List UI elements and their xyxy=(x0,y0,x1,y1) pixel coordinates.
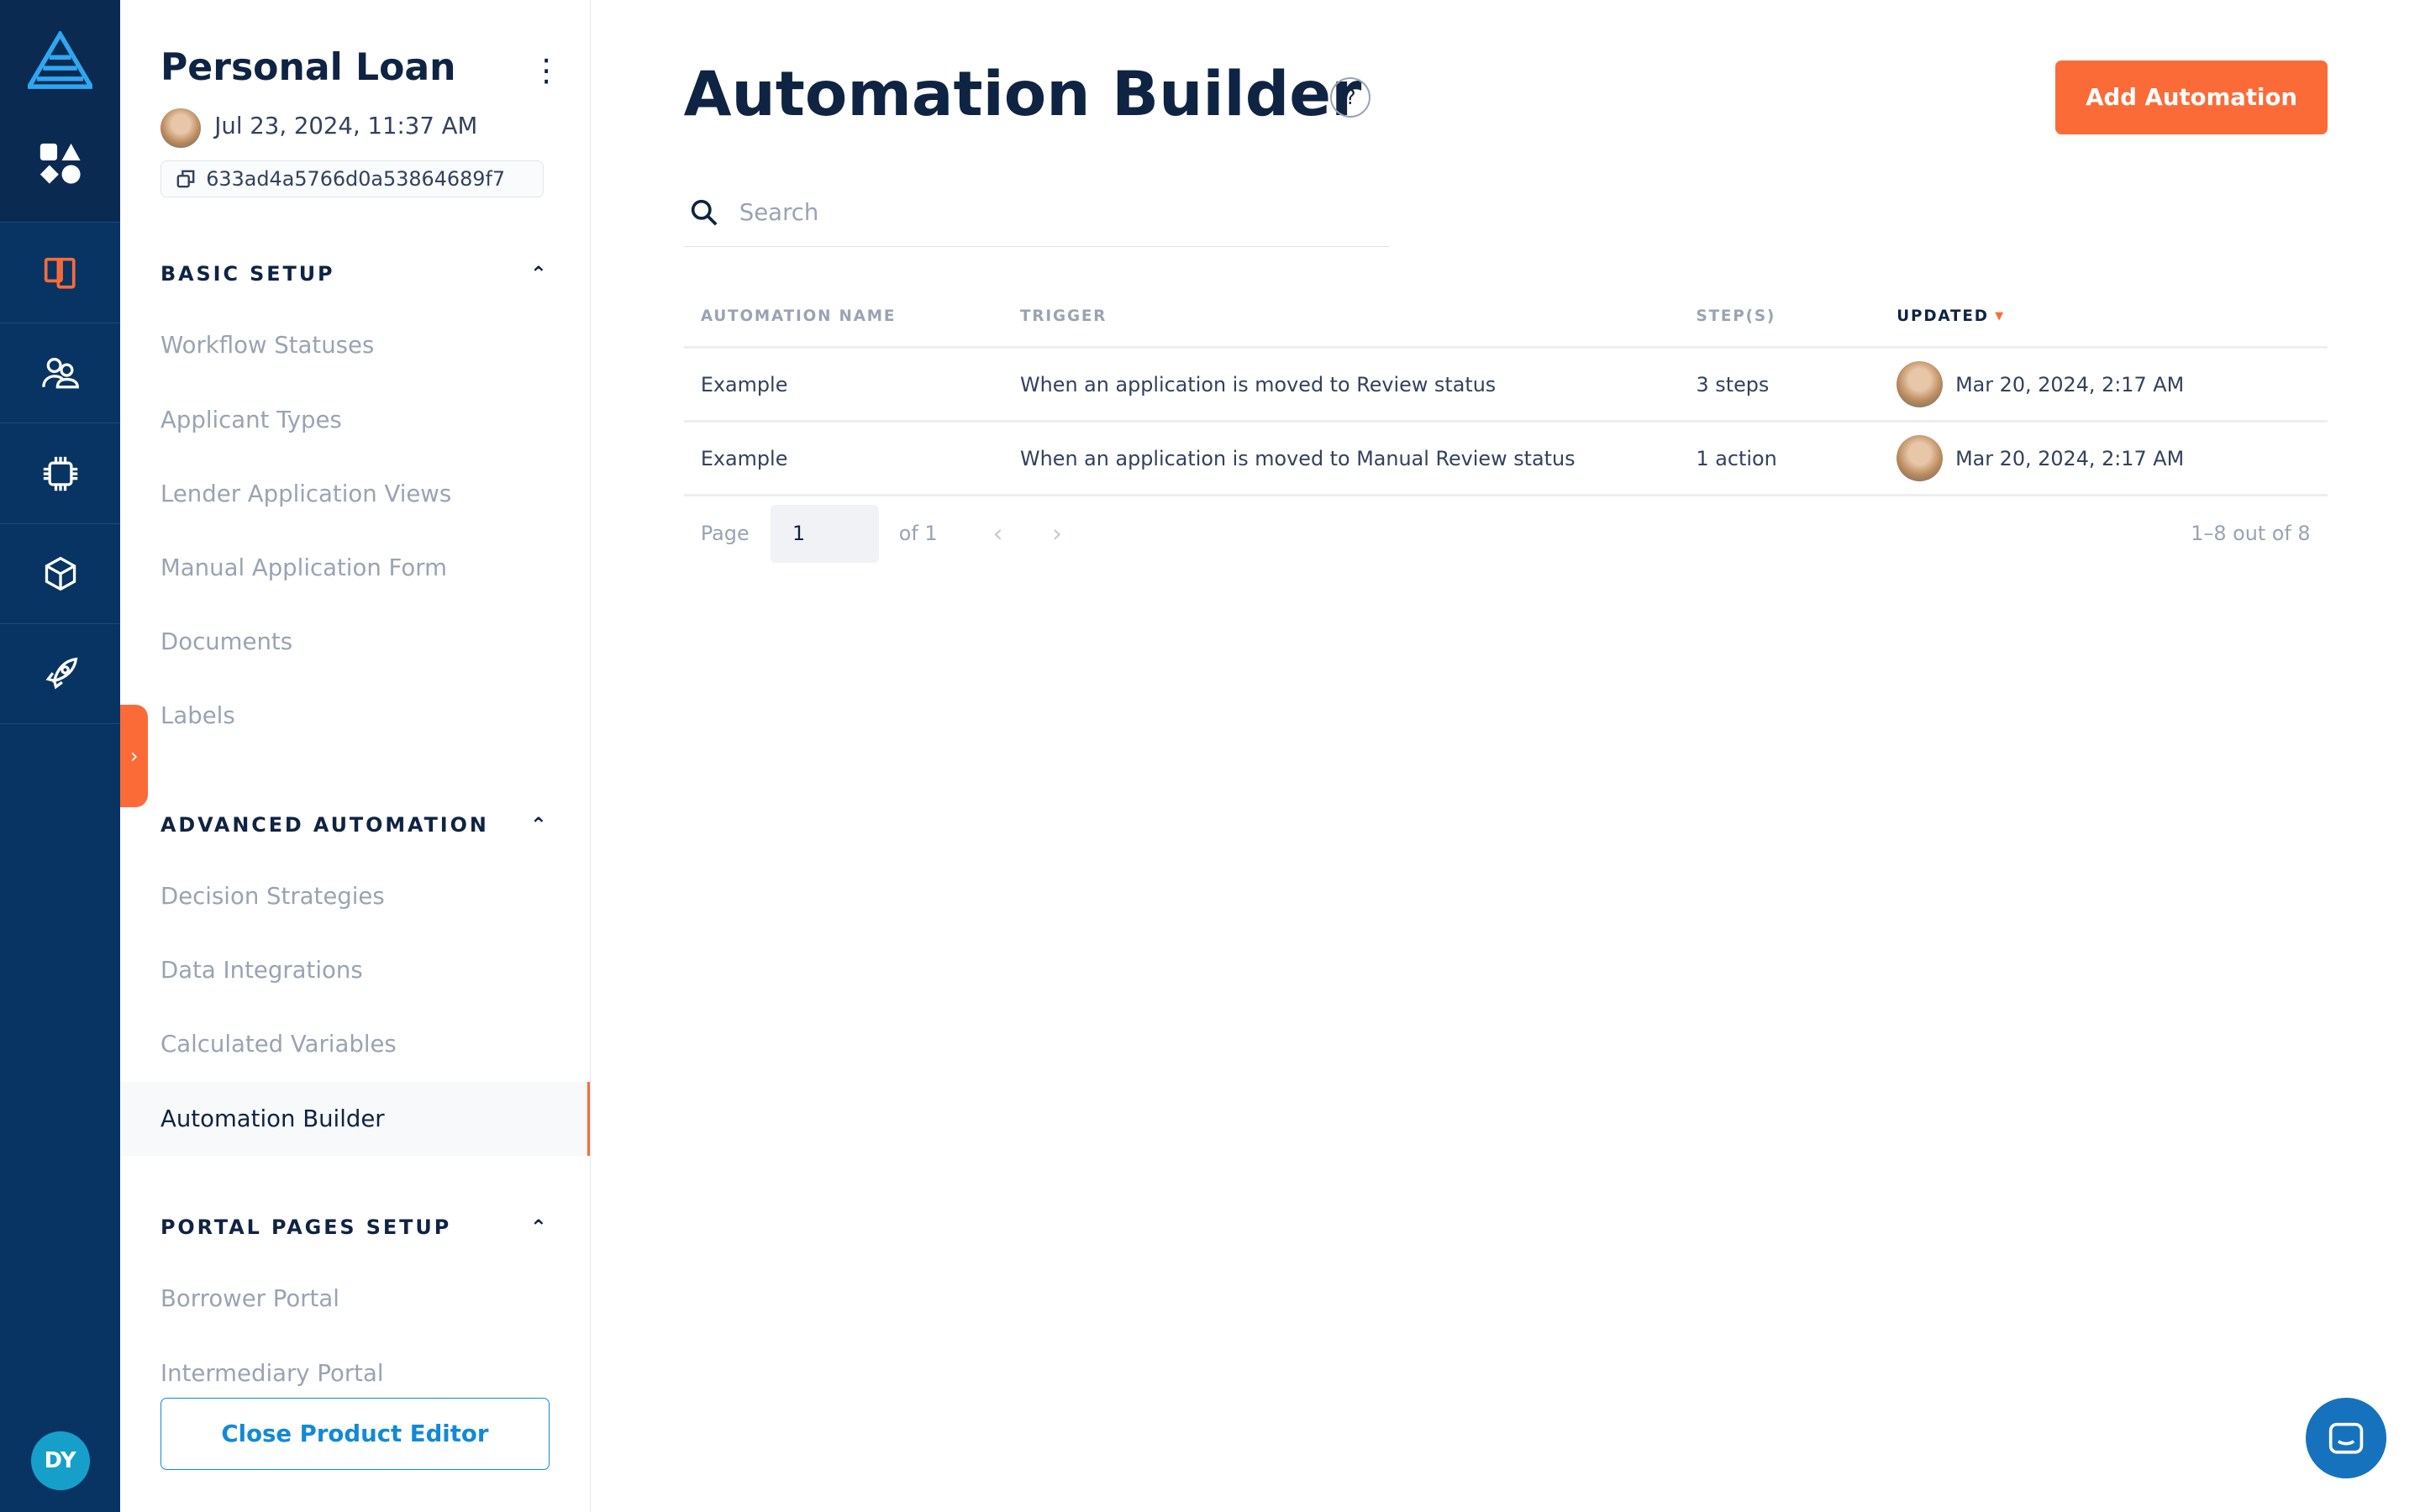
search-bar xyxy=(683,179,1390,247)
automations-table: AUTOMATION NAME TRIGGER STEP(S) UPDATED ▼… xyxy=(683,287,2328,497)
steps: 1 action xyxy=(1696,446,1777,470)
chip-icon xyxy=(43,456,77,491)
nav-lender-application-views[interactable]: Lender Application Views xyxy=(120,457,589,531)
users-icon xyxy=(41,358,79,389)
book-icon xyxy=(45,257,76,289)
avatar xyxy=(160,108,201,149)
col-automation-name[interactable]: AUTOMATION NAME xyxy=(684,307,1020,325)
rail-products[interactable] xyxy=(0,223,121,323)
chevron-up-icon: ⌃ xyxy=(529,1215,550,1240)
page-title: Automation Builder xyxy=(683,58,1362,130)
cube-icon xyxy=(45,556,76,591)
page-input[interactable]: 1 xyxy=(771,504,879,564)
automation-name: Example xyxy=(700,446,788,470)
help-icon[interactable]: ? xyxy=(1330,76,1371,118)
updated: Mar 20, 2024, 2:17 AM xyxy=(1955,372,2185,396)
sort-desc-icon: ▼ xyxy=(1995,310,2005,323)
user-avatar[interactable]: DY xyxy=(30,1431,90,1491)
trigger: When an application is moved to Review s… xyxy=(1020,372,1497,396)
section-advanced-automation[interactable]: ADVANCED AUTOMATION ⌃ xyxy=(160,813,550,837)
automation-name: Example xyxy=(700,372,788,396)
copy-icon xyxy=(177,170,195,188)
chat-button[interactable] xyxy=(2306,1398,2386,1478)
rail-integrations[interactable] xyxy=(0,424,121,524)
table-row[interactable]: Example When an application is moved to … xyxy=(683,423,2328,497)
col-updated-label: UPDATED xyxy=(1897,307,1989,326)
more-options-icon[interactable]: ⋮ xyxy=(531,52,562,88)
nav-applicant-types[interactable]: Applicant Types xyxy=(120,383,589,457)
col-steps[interactable]: STEP(S) xyxy=(1697,307,1897,325)
col-trigger[interactable]: TRIGGER xyxy=(1020,307,1696,325)
result-range: 1–8 out of 8 xyxy=(2191,522,2311,546)
section-basic-setup[interactable]: BASIC SETUP ⌃ xyxy=(160,262,550,286)
search-icon xyxy=(691,200,718,226)
chat-icon xyxy=(2328,1422,2363,1454)
section-title: PORTAL PAGES SETUP xyxy=(160,1215,452,1240)
nav-automation-builder[interactable]: Automation Builder xyxy=(120,1081,590,1156)
apps-icon[interactable] xyxy=(39,142,82,185)
nav-labels[interactable]: Labels xyxy=(120,679,589,753)
page-total: of 1 xyxy=(898,522,938,546)
add-automation-button[interactable]: Add Automation xyxy=(2055,60,2328,134)
steps: 3 steps xyxy=(1696,372,1770,396)
chevron-up-icon: ⌃ xyxy=(529,812,550,837)
rail-launch[interactable] xyxy=(0,625,121,725)
product-date: Jul 23, 2024, 11:37 AM xyxy=(214,113,478,140)
product-sidebar: Personal Loan ⋮ Jul 23, 2024, 11:37 AM 6… xyxy=(120,0,591,1512)
product-title: Personal Loan xyxy=(160,46,456,90)
page-label: Page xyxy=(700,522,750,546)
col-updated[interactable]: UPDATED ▼ xyxy=(1897,307,2327,325)
avatar xyxy=(1897,435,1944,482)
logo-icon xyxy=(28,30,93,89)
avatar xyxy=(1897,361,1944,408)
rail-packages[interactable] xyxy=(0,524,121,625)
chevron-up-icon: ⌃ xyxy=(529,262,550,286)
nav-borrower-portal[interactable]: Borrower Portal xyxy=(120,1262,589,1336)
chevron-right-icon[interactable]: › xyxy=(1052,519,1062,548)
rail-users[interactable] xyxy=(0,324,121,424)
chevron-left-icon[interactable]: ‹ xyxy=(993,519,1003,548)
close-product-editor-button[interactable]: Close Product Editor xyxy=(160,1398,550,1471)
nav-decision-strategies[interactable]: Decision Strategies xyxy=(120,859,589,933)
product-id-copy[interactable]: 633ad4a5766d0a53864689f7 xyxy=(160,160,544,198)
nav-documents[interactable]: Documents xyxy=(120,605,589,679)
product-id: 633ad4a5766d0a53864689f7 xyxy=(206,167,506,192)
nav-manual-application-form[interactable]: Manual Application Form xyxy=(120,531,589,605)
section-title: ADVANCED AUTOMATION xyxy=(160,812,489,837)
icon-rail: DY xyxy=(0,0,121,1512)
nav-workflow-statuses[interactable]: Workflow Statuses xyxy=(120,308,589,382)
table-header: AUTOMATION NAME TRIGGER STEP(S) UPDATED ▼ xyxy=(683,287,2328,349)
nav-data-integrations[interactable]: Data Integrations xyxy=(120,933,589,1007)
search-input[interactable] xyxy=(736,197,1329,228)
nav-calculated-variables[interactable]: Calculated Variables xyxy=(120,1007,589,1081)
pagination: Page 1 of 1 ‹ › 1–8 out of 8 xyxy=(684,503,2328,564)
table-row[interactable]: Example When an application is moved to … xyxy=(683,349,2328,423)
rocket-icon xyxy=(45,657,77,690)
section-title: BASIC SETUP xyxy=(160,262,335,286)
updated: Mar 20, 2024, 2:17 AM xyxy=(1955,446,2185,470)
section-portal-pages-setup[interactable]: PORTAL PAGES SETUP ⌃ xyxy=(160,1215,550,1239)
trigger: When an application is moved to Manual R… xyxy=(1020,446,1576,470)
